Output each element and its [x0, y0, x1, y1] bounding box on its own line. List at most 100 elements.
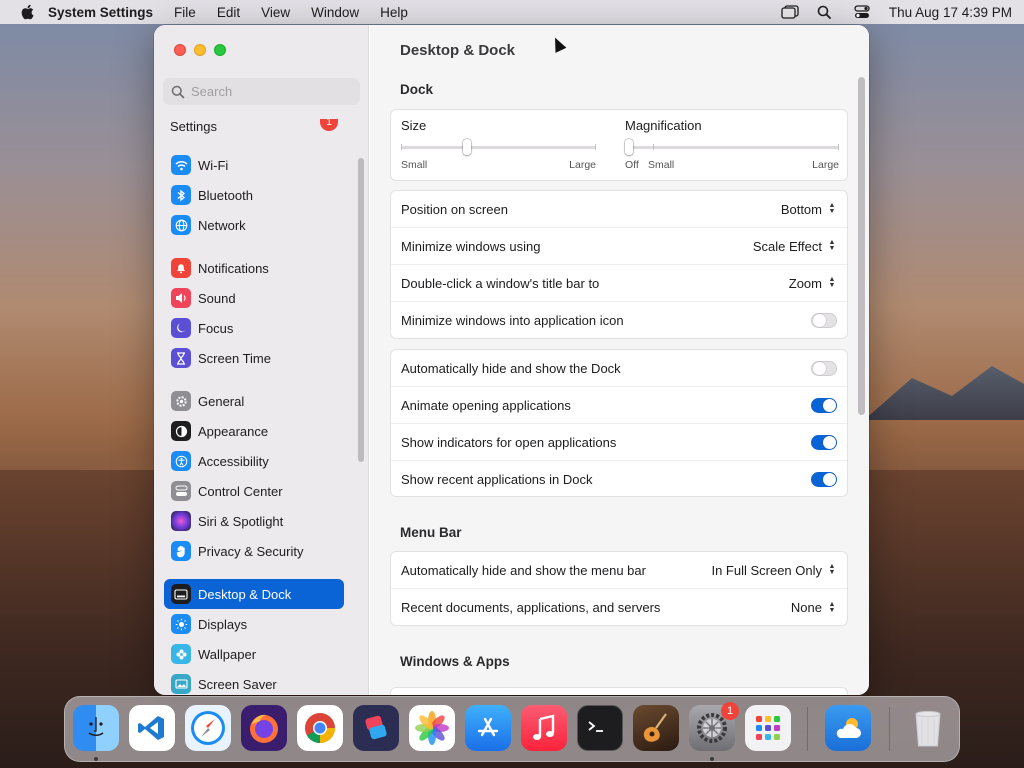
sidebar-item-accessibility[interactable]: Accessibility: [164, 446, 344, 476]
dock-icon: [171, 584, 191, 604]
notification-badge: 1: [320, 118, 338, 131]
section-title-menu-bar: Menu Bar: [400, 525, 462, 540]
recent-items-popup[interactable]: None ▲ ▼: [791, 600, 837, 615]
dock-size-track[interactable]: [401, 146, 596, 149]
sidebar-item-label: Control Center: [198, 483, 283, 499]
vscode-icon[interactable]: [129, 705, 175, 751]
apple-logo-icon[interactable]: [20, 4, 34, 20]
show-recent-apps-toggle[interactable]: [811, 472, 837, 487]
hourglass-icon: [171, 348, 191, 368]
sidebar-item-label: Privacy & Security: [198, 543, 304, 559]
sidebar-item-general[interactable]: General: [164, 386, 344, 416]
auto-hide-dock-toggle[interactable]: [811, 360, 837, 376]
magnification-slider-thumb[interactable]: [625, 139, 633, 155]
settings-row: Recent documents, applications, and serv…: [391, 589, 847, 626]
sidebar-item-label: Network: [198, 217, 246, 233]
zoom-button[interactable]: [214, 44, 226, 56]
system-settings-window: Settings 1 Wi-Fi Bluetooth Network Notif…: [154, 25, 869, 695]
guitar-icon[interactable]: [633, 705, 679, 751]
show-indicators-toggle[interactable]: [811, 434, 837, 450]
globe-icon: [171, 215, 191, 235]
menu-edit[interactable]: Edit: [217, 5, 240, 20]
dock-separator: [889, 707, 890, 751]
settings-row: Animate opening applications: [391, 387, 847, 424]
settings-row: Automatically hide and show the Dock: [391, 350, 847, 387]
double-click-popup[interactable]: Zoom ▲ ▼: [789, 276, 837, 291]
stage-manager-icon[interactable]: [781, 5, 799, 19]
minimize-button[interactable]: [194, 44, 206, 56]
sidebar-item-siri-spotlight[interactable]: Siri & Spotlight: [164, 506, 344, 536]
sidebar-item-sound[interactable]: Sound: [164, 283, 344, 313]
sidebar-item-desktop-dock[interactable]: Desktop & Dock: [164, 579, 344, 609]
windows-apps-card: [390, 687, 848, 695]
control-center-icon[interactable]: [853, 5, 871, 19]
main-scrollbar[interactable]: [858, 77, 865, 415]
magnification-control: Magnification Off Small Large: [625, 118, 839, 178]
launchpad-icon[interactable]: [745, 705, 791, 751]
photos-icon[interactable]: [409, 705, 455, 751]
sidebar-item-appearance[interactable]: Appearance: [164, 416, 344, 446]
sidebar-scrollbar[interactable]: [358, 158, 364, 462]
siri-icon: [171, 511, 191, 531]
chevron-updown-icon: ▲ ▼: [828, 276, 836, 289]
flower-icon: [171, 644, 191, 664]
sidebar-item-label: Wi-Fi: [198, 157, 229, 173]
sidebar-item-label: Desktop & Dock: [198, 586, 292, 602]
auto-hide-menu-bar-popup[interactable]: In Full Screen Only ▲ ▼: [711, 563, 837, 578]
sidebar-item-label: General: [198, 393, 245, 409]
sidebar-item-focus[interactable]: Focus: [164, 313, 344, 343]
chevron-updown-icon: ▲ ▼: [828, 563, 836, 576]
menu-file[interactable]: File: [174, 5, 196, 20]
menu-app-name[interactable]: System Settings: [48, 5, 153, 20]
appstore-icon[interactable]: [465, 705, 511, 751]
sidebar-item-privacy-security[interactable]: Privacy & Security: [164, 536, 344, 566]
close-button[interactable]: [174, 44, 186, 56]
slider-tick: [401, 144, 402, 150]
minimize-effect-popup[interactable]: Scale Effect ▲ ▼: [753, 239, 837, 254]
running-indicator: [710, 757, 714, 761]
sidebar-item-notifications[interactable]: Notifications: [164, 253, 344, 283]
minimize-into-icon-toggle[interactable]: [811, 313, 837, 328]
sidebar-item-network[interactable]: Network: [164, 210, 344, 240]
menu-window[interactable]: Window: [311, 5, 359, 20]
sidebar-item-label: Accessibility: [198, 453, 269, 469]
firefox-icon[interactable]: [241, 705, 287, 751]
sidebar-item-displays[interactable]: Displays: [164, 609, 344, 639]
sidebar-item-wifi[interactable]: Wi-Fi: [164, 150, 344, 180]
dock-size-slider-thumb[interactable]: [462, 139, 471, 155]
animate-opening-toggle[interactable]: [811, 397, 837, 413]
sidebar-item-software-update-partial[interactable]: Settings: [170, 119, 217, 134]
sidebar-item-screen-time[interactable]: Screen Time: [164, 343, 344, 373]
row-label: Automatically hide and show the menu bar: [401, 562, 646, 578]
spotlight-search-icon[interactable]: [817, 5, 835, 19]
magnification-track[interactable]: [625, 146, 839, 149]
sidebar-item-label: Screen Saver: [198, 676, 277, 692]
notification-badge: 1: [721, 702, 739, 720]
trash-icon[interactable]: [905, 705, 951, 751]
music-icon[interactable]: [521, 705, 567, 751]
finder-icon[interactable]: [73, 705, 119, 751]
menubar-clock[interactable]: Thu Aug 17 4:39 PM: [889, 5, 1012, 20]
safari-icon[interactable]: [185, 705, 231, 751]
settings-row: Show recent applications in Dock: [391, 461, 847, 498]
search-field[interactable]: [163, 78, 360, 105]
dock-size-max-label: Large: [569, 159, 596, 171]
position-popup[interactable]: Bottom ▲ ▼: [781, 202, 837, 217]
dock-sliders-card: Size Small Large Magnification Off Small: [390, 109, 848, 181]
wifi-icon: [171, 155, 191, 175]
search-input[interactable]: [191, 84, 351, 99]
sidebar-item-control-center[interactable]: Control Center: [164, 476, 344, 506]
terminal-icon[interactable]: [577, 705, 623, 751]
sidebar-item-wallpaper[interactable]: Wallpaper: [164, 639, 344, 669]
sidebar-item-bluetooth[interactable]: Bluetooth: [164, 180, 344, 210]
toggle-knob: [823, 473, 836, 486]
chrome-icon[interactable]: [297, 705, 343, 751]
toggle-knob: [823, 435, 836, 449]
page-title: Desktop & Dock: [400, 42, 516, 59]
weather-icon[interactable]: [825, 705, 871, 751]
sidebar-item-screen-saver[interactable]: Screen Saver: [164, 669, 344, 695]
menu-view[interactable]: View: [261, 5, 290, 20]
popup-value: Scale Effect: [752, 238, 822, 254]
menu-help[interactable]: Help: [380, 5, 408, 20]
shortcuts-icon[interactable]: [353, 705, 399, 751]
